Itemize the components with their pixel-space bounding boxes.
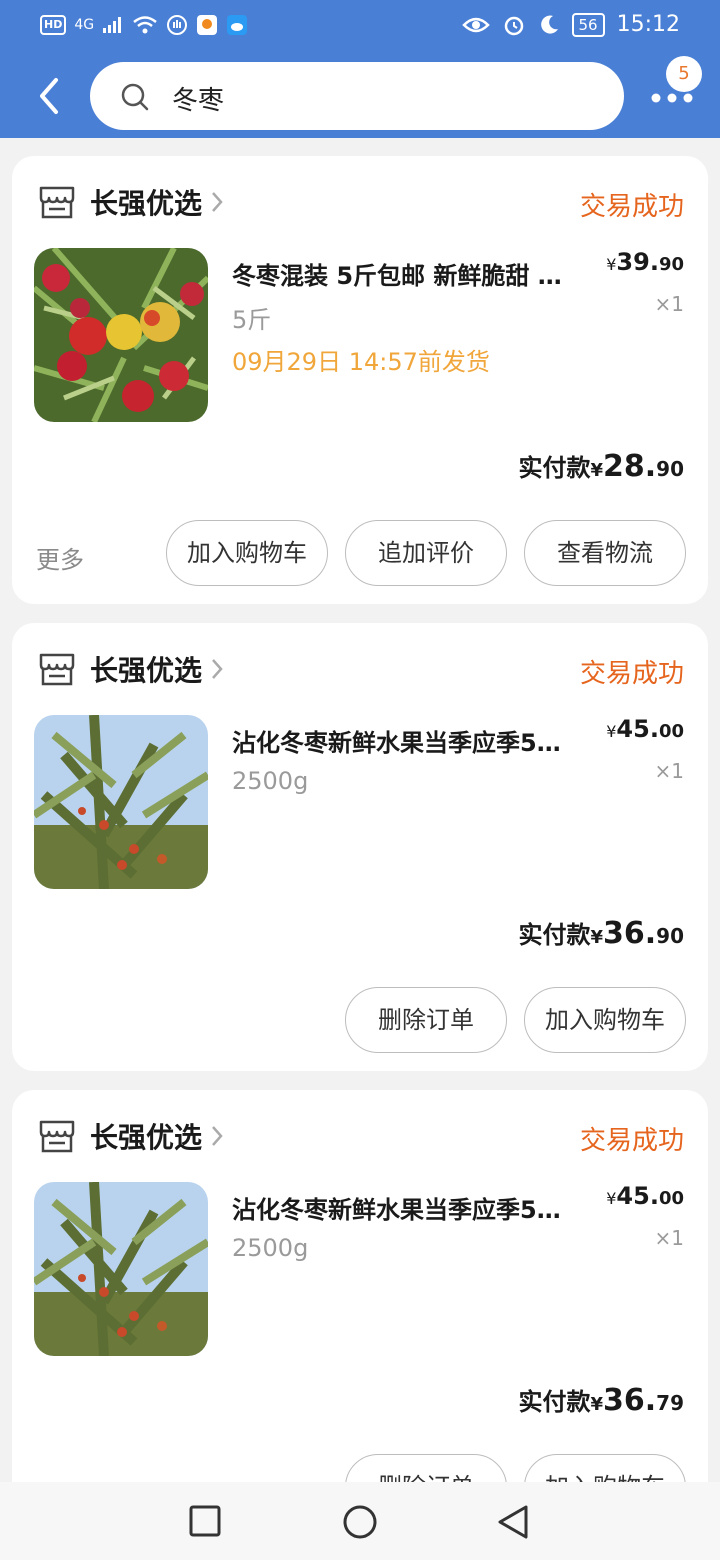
- hand-icon: [167, 15, 188, 35]
- app-notification-icon: [197, 15, 218, 35]
- shop-name: 长强优选: [90, 187, 203, 220]
- chevron-right-icon: [212, 659, 223, 679]
- quantity: ×1: [654, 759, 684, 783]
- chevron-right-icon: [212, 1126, 223, 1146]
- order-status: 交易成功: [579, 192, 684, 222]
- product-spec: 2500g: [232, 767, 309, 795]
- shop-header[interactable]: 长强优选: [38, 649, 224, 689]
- unit-price: ¥45.00: [606, 715, 684, 743]
- order-card[interactable]: 长强优选 交易成功 冬枣混装 5斤包邮 新鲜脆甜 … 5斤 09月29日 14:…: [12, 156, 708, 604]
- hd-icon: HD: [40, 15, 67, 35]
- store-icon: [39, 653, 75, 686]
- search-query: 冬枣: [172, 86, 225, 116]
- add-to-cart-button[interactable]: 加入购物车: [166, 520, 328, 586]
- paid-amount: 实付款¥36.79: [518, 1383, 684, 1418]
- product-title[interactable]: 冬枣混装 5斤包邮 新鲜脆甜 …: [232, 256, 602, 291]
- recent-apps-icon[interactable]: [188, 1504, 222, 1538]
- unit-price: ¥45.00: [606, 1182, 684, 1210]
- alarm-icon: [504, 16, 523, 35]
- message-badge: 5: [666, 56, 702, 92]
- order-card[interactable]: 长强优选 交易成功 沾化冬枣新鲜水果当季应季5… 2500g ¥45.00 ×1…: [12, 1090, 708, 1538]
- back-triangle-icon[interactable]: [496, 1504, 530, 1540]
- status-left: HD 4G: [40, 14, 248, 36]
- paid-amount: 实付款¥28.90: [518, 449, 684, 484]
- shipping-note: 09月29日 14:57前发货: [232, 348, 490, 376]
- system-nav-bar: [0, 1482, 720, 1560]
- wifi-icon: [133, 16, 157, 34]
- status-time: 15:12: [616, 12, 680, 37]
- order-card[interactable]: 长强优选 交易成功 沾化冬枣新鲜水果当季应季5… 2500g ¥45.00 ×1…: [12, 623, 708, 1071]
- shop-name: 长强优选: [90, 1121, 203, 1154]
- network-label: 4G: [74, 17, 95, 33]
- product-spec: 5斤: [232, 306, 272, 334]
- status-bar: HD 4G 56 15:12: [0, 0, 720, 54]
- home-icon[interactable]: [342, 1504, 378, 1540]
- quantity: ×1: [654, 1226, 684, 1250]
- shop-header[interactable]: 长强优选: [38, 1116, 224, 1156]
- search-bar[interactable]: 冬枣: [90, 62, 624, 130]
- back-chevron-icon[interactable]: [30, 74, 70, 118]
- store-icon: [39, 186, 75, 219]
- store-icon: [39, 1120, 75, 1153]
- add-to-cart-button[interactable]: 加入购物车: [524, 987, 686, 1053]
- view-logistics-button[interactable]: 查看物流: [524, 520, 686, 586]
- battery-indicator: 56: [571, 12, 605, 37]
- product-spec: 2500g: [232, 1234, 309, 1262]
- order-status: 交易成功: [579, 1126, 684, 1156]
- shop-header[interactable]: 长强优选: [38, 182, 224, 222]
- product-image[interactable]: [34, 248, 208, 422]
- shop-name: 长强优选: [90, 654, 203, 687]
- product-image[interactable]: [34, 1182, 208, 1356]
- more-link[interactable]: 更多: [36, 540, 84, 575]
- paid-amount: 实付款¥36.90: [518, 916, 684, 951]
- order-status: 交易成功: [579, 659, 684, 689]
- status-right: 56 15:12: [461, 12, 680, 37]
- unit-price: ¥39.90: [606, 248, 684, 276]
- signal-icon: [103, 17, 122, 33]
- chevron-right-icon: [212, 192, 223, 212]
- weather-icon: [227, 15, 248, 35]
- product-image[interactable]: [34, 715, 208, 889]
- moon-icon: [540, 15, 558, 34]
- search-icon: [121, 83, 149, 111]
- delete-order-button[interactable]: 删除订单: [345, 987, 507, 1053]
- eye-icon: [461, 17, 490, 32]
- product-title[interactable]: 沾化冬枣新鲜水果当季应季5…: [232, 723, 602, 758]
- add-review-button[interactable]: 追加评价: [345, 520, 507, 586]
- top-bar: HD 4G 56 15:12 冬枣 5: [0, 0, 720, 138]
- quantity: ×1: [654, 292, 684, 316]
- product-title[interactable]: 沾化冬枣新鲜水果当季应季5…: [232, 1190, 602, 1225]
